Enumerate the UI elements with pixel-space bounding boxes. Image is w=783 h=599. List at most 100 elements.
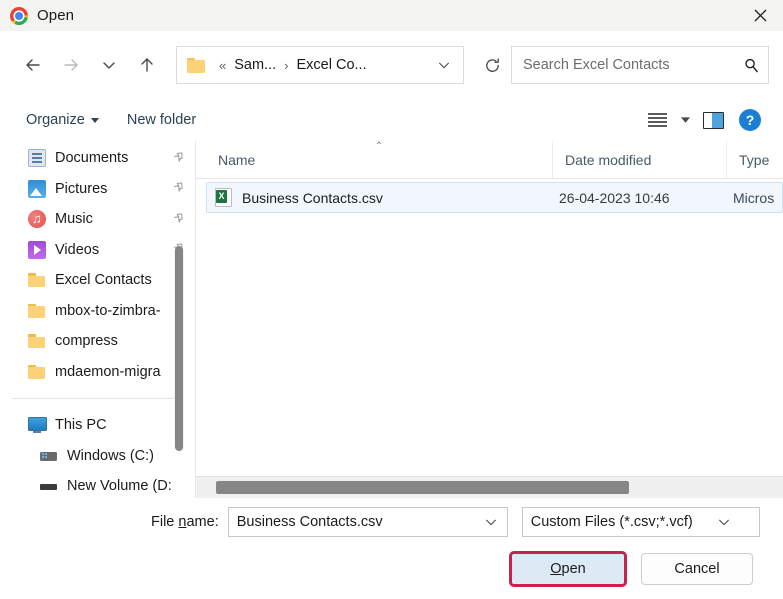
file-name-cell: Business Contacts.csv [242,189,383,206]
folder-icon [187,57,205,73]
music-icon [28,210,46,229]
horizontal-scrollbar[interactable] [196,476,783,498]
preview-pane-icon[interactable] [696,105,730,135]
dialog-buttons: Open Cancel [0,549,783,589]
filename-row: File name: Custom Files (*.csv;*.vcf) [0,506,783,538]
breadcrumb-chevron-down-icon[interactable] [431,58,457,72]
sidebar-item-label: Pictures [55,180,108,197]
view-list-icon[interactable] [640,105,674,135]
dialog-footer: File name: Custom Files (*.csv;*.vcf) Op… [0,498,783,599]
sidebar-item-label: compress [55,333,118,350]
sidebar-item-mdaemon-migration[interactable]: mdaemon-migra [0,357,194,388]
file-list-pane: ⌃ Name Date modified Type Business Conta… [195,141,783,498]
sidebar-item-label: Music [55,211,93,228]
column-header-label: Name [218,151,256,168]
table-row[interactable]: Business Contacts.csv 26-04-2023 10:46 M… [206,182,783,213]
cancel-button[interactable]: Cancel [641,553,753,585]
forward-icon[interactable] [52,46,90,84]
open-button[interactable]: Open [509,551,627,587]
sidebar-item-videos[interactable]: Videos [0,235,194,266]
sidebar-item-windows-c[interactable]: Windows (C:) [0,441,194,472]
file-rows: Business Contacts.csv 26-04-2023 10:46 M… [196,179,783,476]
open-accel: O [550,561,562,577]
folder-icon [28,363,46,381]
refresh-icon[interactable] [473,46,511,84]
file-name-input[interactable] [236,514,479,530]
cancel-button-label: Cancel [674,561,720,577]
documents-icon [28,149,46,168]
folder-icon [28,271,46,289]
caret-down-icon [90,117,99,123]
column-header-date-modified[interactable]: Date modified [552,141,726,178]
pin-icon[interactable] [170,180,188,198]
file-open-dialog: Open « Sam... › Excel Co... Search Excel… [0,0,783,599]
up-one-level-icon[interactable] [128,46,166,84]
sidebar-divider [12,398,180,399]
column-header-type[interactable]: Type [726,141,783,178]
file-type-dropdown[interactable]: Custom Files (*.csv;*.vcf) [521,507,760,537]
sidebar-item-pictures[interactable]: Pictures [0,174,194,205]
file-type-cell: Micros [733,189,775,206]
open-button-label: Open [550,561,585,577]
title-bar: Open [0,0,783,31]
pin-icon[interactable] [170,210,188,228]
breadcrumb-separator: › [284,57,289,73]
navigation-bar: « Sam... › Excel Co... [0,31,783,99]
navigation-sidebar: Documents Pictures Music [0,141,195,498]
file-name-chevron-down-icon[interactable] [479,515,503,529]
breadcrumb-item-0[interactable]: Sam... [231,55,279,75]
sidebar-scroll-area: Documents Pictures Music [0,141,194,498]
file-type-value: Custom Files (*.csv;*.vcf) [530,514,693,530]
horizontal-scrollbar-thumb[interactable] [216,481,629,494]
pin-icon[interactable] [170,149,188,167]
file-type-chevron-down-icon[interactable] [712,515,755,529]
sidebar-item-label: Windows (C:) [67,447,155,464]
sidebar-item-label: New Volume (D: [67,478,172,495]
search-box[interactable] [511,46,769,84]
chrome-logo-icon [10,6,28,25]
help-label: ? [739,109,761,131]
command-toolbar: Organize New folder ? [0,99,783,141]
sidebar-scrollbar-thumb[interactable] [175,246,183,451]
hard-drive-icon [40,447,58,465]
column-header-label: Date modified [565,151,652,168]
help-icon[interactable]: ? [733,105,767,135]
view-caret-down-icon[interactable] [677,105,693,135]
csv-file-icon [215,188,232,207]
sidebar-item-new-volume-d[interactable]: New Volume (D: [0,471,194,498]
sidebar-item-label: This PC [55,417,107,434]
sidebar-item-music[interactable]: Music [0,204,194,235]
breadcrumb-item-1[interactable]: Excel Co... [293,55,369,75]
hard-drive-icon [40,477,58,495]
sidebar-item-label: mbox-to-zimbra- [55,302,161,319]
file-date-cell: 26-04-2023 10:46 [559,189,670,206]
column-header-name[interactable]: ⌃ Name [206,141,552,178]
window-title: Open [37,7,75,24]
sidebar-item-label: Videos [55,241,100,258]
sidebar-item-label: Excel Contacts [55,272,152,289]
this-pc-icon [28,416,47,434]
sidebar-item-documents[interactable]: Documents [0,143,194,174]
sidebar-item-excel-contacts[interactable]: Excel Contacts [0,265,194,296]
sidebar-item-compress[interactable]: compress [0,326,194,357]
sidebar-item-label: Documents [55,150,129,167]
file-name-label-post: ame: [186,514,219,530]
toolbar-right-group: ? [640,105,767,135]
sidebar-item-this-pc[interactable]: This PC [0,410,194,441]
new-folder-button[interactable]: New folder [119,107,204,133]
back-icon[interactable] [14,46,52,84]
search-icon[interactable] [743,57,760,74]
breadcrumb-overflow[interactable]: « [214,58,231,73]
file-name-label: File name: [151,514,219,530]
sidebar-item-mbox-to-zimbra[interactable]: mbox-to-zimbra- [0,296,194,327]
organize-label: Organize [26,112,85,128]
organize-button[interactable]: Organize [18,107,107,133]
sidebar-item-label: mdaemon-migra [55,363,161,380]
sidebar-vertical-scrollbar[interactable] [174,246,184,451]
close-icon[interactable] [737,0,783,31]
search-input[interactable] [523,57,743,73]
recent-locations-chevron-down-icon[interactable] [90,46,128,84]
file-name-combobox[interactable] [227,507,508,537]
new-folder-label: New folder [126,112,197,128]
address-bar-breadcrumb[interactable]: « Sam... › Excel Co... [176,46,464,84]
